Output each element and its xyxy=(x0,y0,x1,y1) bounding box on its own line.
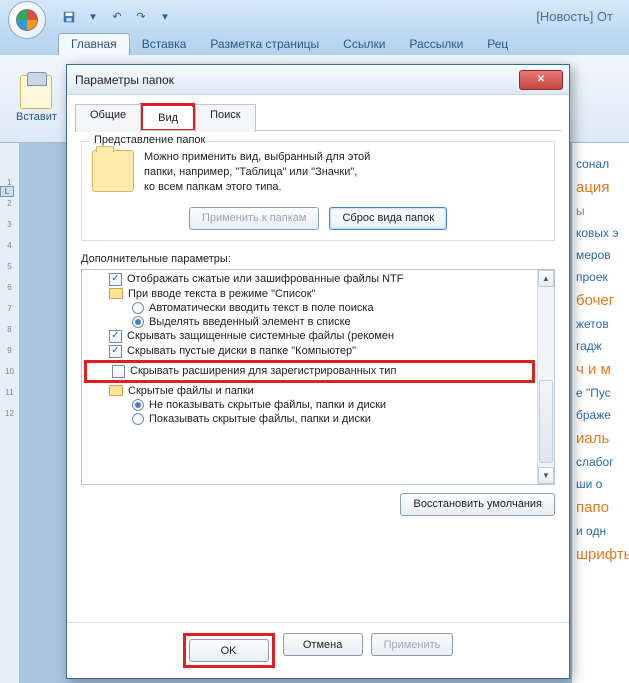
save-icon[interactable] xyxy=(58,6,80,28)
folder-presentation-group: Представление папок Можно применить вид,… xyxy=(81,141,555,241)
side-item: ы xyxy=(576,204,625,218)
highlight-frame-checkbox: Скрывать расширения для зарегистрированн… xyxy=(84,360,535,383)
qat-customize-icon[interactable]: ▾ xyxy=(154,6,176,28)
titlebar: ▾ ↶ ↷ ▾ [Новость] От xyxy=(0,0,629,33)
apply-to-folders-button[interactable]: Применить к папкам xyxy=(189,207,320,230)
paste-icon[interactable] xyxy=(20,75,52,109)
cancel-button[interactable]: Отмена xyxy=(283,633,363,656)
radio-icon[interactable] xyxy=(132,302,144,314)
undo-icon[interactable]: ↶ xyxy=(106,6,128,28)
restore-defaults-button[interactable]: Восстановить умолчания xyxy=(400,493,555,516)
side-item: сонал xyxy=(576,157,625,171)
list-item[interactable]: При вводе текста в режиме "Список" xyxy=(84,287,535,301)
app-title: [Новость] От xyxy=(182,9,621,24)
list-item[interactable]: ✓ Скрывать пустые диски в папке "Компьют… xyxy=(84,344,535,359)
list-item[interactable]: ✓ Отображать сжатые или зашифрованные фа… xyxy=(84,272,535,287)
reset-folders-button[interactable]: Сброс вида папок xyxy=(329,207,447,230)
side-item: иаль xyxy=(576,430,625,447)
group-title: Представление папок xyxy=(90,134,209,146)
checkbox-icon[interactable] xyxy=(112,365,125,378)
side-item[interactable]: ши о xyxy=(576,477,625,491)
side-item[interactable]: и одн xyxy=(576,524,625,538)
advanced-options-list: ✓ Отображать сжатые или зашифрованные фа… xyxy=(81,269,555,485)
checkbox-icon[interactable]: ✓ xyxy=(109,345,122,358)
side-item[interactable]: е "Пус xyxy=(576,386,625,400)
radio-icon[interactable] xyxy=(132,399,144,411)
list-item[interactable]: Автоматически вводить текст в поле поиск… xyxy=(84,301,535,315)
office-button[interactable] xyxy=(8,1,46,39)
ribbon-tab-links[interactable]: Ссылки xyxy=(331,34,397,55)
folder-icon xyxy=(109,385,123,396)
ribbon-tab-insert[interactable]: Вставка xyxy=(130,34,199,55)
scroll-thumb[interactable] xyxy=(539,380,553,463)
list-scrollbar[interactable]: ▲ ▼ xyxy=(537,270,554,484)
list-item[interactable]: Показывать скрытые файлы, папки и диски xyxy=(84,412,535,426)
ribbon-group-clipboard: Вставит xyxy=(8,59,65,139)
side-item: ч и м xyxy=(576,361,625,378)
checkbox-icon[interactable]: ✓ xyxy=(109,330,122,343)
tab-view[interactable]: Вид xyxy=(143,107,193,129)
redo-icon[interactable]: ↷ xyxy=(130,6,152,28)
ribbon-tabs: Главная Вставка Разметка страницы Ссылки… xyxy=(0,33,629,55)
close-button[interactable]: ✕ xyxy=(519,70,563,90)
ribbon-tab-mailings[interactable]: Рассылки xyxy=(397,34,475,55)
dialog-titlebar: Параметры папок ✕ xyxy=(67,65,569,95)
side-item: ация xyxy=(576,179,625,196)
ribbon-tab-review[interactable]: Рец xyxy=(475,34,520,55)
dialog-title: Параметры папок xyxy=(75,73,519,87)
ribbon-tab-home[interactable]: Главная xyxy=(58,33,130,55)
qat-dropdown-icon[interactable]: ▾ xyxy=(82,6,104,28)
vertical-ruler: 1 2 3 4 5 6 7 8 9 10 11 12 xyxy=(0,143,20,683)
folder-view-description: Можно применить вид, выбранный для этой … xyxy=(144,150,370,195)
folder-options-dialog: Параметры папок ✕ Общие Вид Поиск Предст… xyxy=(66,64,570,679)
checkbox-icon[interactable]: ✓ xyxy=(109,273,122,286)
highlight-frame-tab: Вид xyxy=(140,103,195,130)
dialog-body: Общие Вид Поиск Представление папок Можн… xyxy=(67,95,569,622)
side-item: бочег xyxy=(576,292,625,309)
side-item[interactable]: ковых э xyxy=(576,226,625,240)
list-item[interactable]: Выделять введенный элемент в списке xyxy=(84,315,535,329)
side-footer: шрифты xyxy=(576,546,625,563)
list-item[interactable]: Не показывать скрытые файлы, папки и дис… xyxy=(84,398,535,412)
tab-general[interactable]: Общие xyxy=(75,104,141,132)
side-item[interactable]: жетов xyxy=(576,317,625,331)
side-item: папо xyxy=(576,499,625,516)
ribbon-tab-layout[interactable]: Разметка страницы xyxy=(198,34,331,55)
paste-label: Вставит xyxy=(16,111,57,123)
list-item-hide-extensions[interactable]: Скрывать расширения для зарегистрированн… xyxy=(87,364,532,379)
outline-toggle-icon[interactable]: L xyxy=(0,186,14,197)
list-item[interactable]: ✓ Скрывать защищенные системные файлы (р… xyxy=(84,329,535,344)
dialog-footer: OK Отмена Применить xyxy=(67,622,569,678)
office-logo-icon xyxy=(16,9,38,31)
folder-icon xyxy=(109,288,123,299)
list-item[interactable]: Скрытые файлы и папки xyxy=(84,384,535,398)
tab-search[interactable]: Поиск xyxy=(195,104,255,132)
dialog-tabs: Общие Вид Поиск xyxy=(75,103,561,131)
side-item[interactable]: гадж xyxy=(576,339,625,353)
scroll-up-icon[interactable]: ▲ xyxy=(538,270,554,287)
radio-icon[interactable] xyxy=(132,316,144,328)
ok-button[interactable]: OK xyxy=(189,639,269,662)
apply-button[interactable]: Применить xyxy=(371,633,454,656)
advanced-label: Дополнительные параметры: xyxy=(81,253,555,265)
side-item[interactable]: меров xyxy=(576,248,625,262)
side-item[interactable]: слабог xyxy=(576,455,625,469)
side-panel: сонал ация ы ковых э меров проек бочег ж… xyxy=(571,143,629,683)
scroll-track[interactable] xyxy=(538,287,554,467)
side-item[interactable]: браже xyxy=(576,408,625,422)
folder-icon xyxy=(92,150,134,192)
quick-access-toolbar: ▾ ↶ ↷ ▾ xyxy=(58,6,176,28)
highlight-frame-ok: OK xyxy=(183,633,275,668)
close-icon: ✕ xyxy=(537,74,545,85)
side-item[interactable]: проек xyxy=(576,270,625,284)
scroll-down-icon[interactable]: ▼ xyxy=(538,467,554,484)
radio-icon[interactable] xyxy=(132,413,144,425)
